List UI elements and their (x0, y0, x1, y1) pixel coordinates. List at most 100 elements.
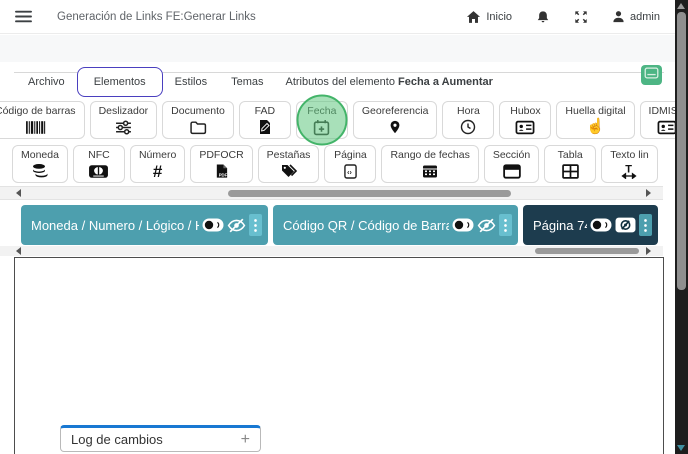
notifications-button[interactable] (536, 10, 550, 24)
green-card-button[interactable] (641, 65, 662, 85)
selected-element-name: Fecha a Aumentar (398, 75, 493, 88)
element-button-label: Número (138, 148, 177, 161)
scroll-left-arrow-icon[interactable] (16, 247, 21, 255)
element-button-hubox[interactable]: Hubox (499, 101, 552, 139)
map-pin-icon (388, 119, 402, 136)
scroll-up-arrow-icon[interactable] (677, 3, 685, 9)
vertical-scrollbar-thumb[interactable] (677, 12, 686, 290)
text-width-icon: T (621, 163, 638, 180)
tab-estilos[interactable]: Estilos (163, 76, 219, 88)
home-label: Inicio (486, 10, 513, 23)
coins-icon (31, 163, 49, 180)
element-button-moneda[interactable]: Moneda (12, 145, 68, 183)
group-tabs-horizontal-scrollbar[interactable] (0, 246, 663, 256)
element-button-label: Sección (492, 148, 531, 161)
element-button-label: Fecha (307, 104, 337, 117)
element-button-label: FAD (254, 104, 276, 117)
log-de-cambios-panel[interactable]: Log de cambios + (60, 425, 261, 452)
fullscreen-button[interactable] (574, 10, 588, 24)
toggle-icon[interactable] (452, 218, 474, 232)
page-code-icon: ‹› (344, 163, 357, 180)
eye-off-icon[interactable] (227, 217, 246, 234)
element-button-georeferencia[interactable]: Georeferencia (352, 101, 438, 139)
eye-off-boxed-icon[interactable] (615, 217, 636, 233)
element-button-tabla[interactable]: Tabla (544, 145, 597, 183)
expand-plus-icon[interactable]: + (241, 431, 250, 449)
element-button-label: Huella digital (565, 104, 626, 117)
toggle-icon[interactable] (590, 218, 612, 232)
element-button-pagina[interactable]: Página ‹› (324, 145, 377, 183)
calendar-plus-icon (313, 119, 330, 136)
toggle-icon[interactable] (202, 218, 224, 232)
element-button-huella-digital[interactable]: Huella digital ☝ (556, 101, 635, 139)
home-button[interactable]: Inicio (466, 10, 512, 24)
design-canvas[interactable]: Log de cambios + (14, 257, 664, 454)
element-button-pdfocr[interactable]: PDFOCR PDF (190, 145, 253, 183)
fullscreen-icon (574, 10, 588, 24)
element-button-label: Documento (171, 104, 225, 117)
section-icon (502, 163, 521, 180)
barcode-icon (25, 119, 46, 136)
element-button-pestanas[interactable]: Pestañas (257, 145, 320, 183)
elements-toolbar: Código de barras Deslizador Documento FAD Fe… (0, 94, 688, 183)
group-tab-codigo-qr-codigo-de-barras[interactable]: Código QR / Código de Barras (273, 205, 518, 245)
scroll-right-arrow-icon[interactable] (646, 247, 651, 255)
tab-bar: Archivo Elementos Estilos Temas Atributos de… (0, 62, 676, 101)
hamburger-menu-icon[interactable] (14, 9, 33, 24)
element-button-fad[interactable]: FAD (238, 101, 291, 139)
kebab-menu-icon[interactable] (249, 214, 262, 236)
element-button-label: Georeferencia (361, 104, 429, 117)
element-button-nfc[interactable]: NFC (72, 145, 125, 183)
element-button-fecha[interactable]: Fecha (295, 94, 348, 146)
signature-icon (257, 119, 273, 136)
element-button-rango-de-fechas[interactable]: Rango de fechas (381, 145, 479, 183)
element-button-seccion[interactable]: Sección (483, 145, 540, 183)
element-button-label: Deslizador (98, 104, 149, 117)
eye-off-icon[interactable] (477, 217, 496, 234)
user-icon (612, 10, 625, 23)
svg-text:‹›: ‹› (347, 169, 352, 176)
header-divider-band (0, 35, 688, 62)
element-button-texto-lin[interactable]: Texto lin T (601, 145, 658, 183)
group-tab-pagina-748[interactable]: Página 748 (523, 205, 658, 245)
pointing-hand-icon: ☝ (586, 118, 605, 135)
page-vertical-scrollbar[interactable] (675, 0, 688, 454)
element-button-label: Texto lin (610, 148, 649, 161)
svg-text:PDF: PDF (219, 172, 228, 177)
kebab-menu-icon[interactable] (639, 214, 652, 236)
element-button-codigo-de-barras[interactable]: Código de barras (0, 101, 85, 139)
group-tabs-scrollbar-thumb[interactable] (535, 248, 639, 254)
element-button-documento[interactable]: Documento (162, 101, 234, 139)
group-tab-moneda-numero-logico-hora[interactable]: Moneda / Numero / Lógico / Hora (21, 205, 268, 245)
element-button-numero[interactable]: Número # (129, 145, 186, 183)
element-button-deslizador[interactable]: Deslizador (89, 101, 158, 139)
element-button-label: PDFOCR (199, 148, 244, 161)
green-card-icon (644, 66, 659, 84)
scroll-right-arrow-icon[interactable] (646, 189, 651, 197)
toolbar-scrollbar-thumb[interactable] (228, 190, 511, 197)
element-button-label: Rango de fechas (390, 148, 470, 161)
element-button-hora[interactable]: Hora (442, 101, 495, 139)
user-label: admin (630, 10, 660, 23)
scroll-down-arrow-icon[interactable] (677, 445, 685, 451)
group-tab-label: Página 748 (533, 217, 587, 233)
kebab-menu-icon[interactable] (499, 214, 512, 236)
element-button-label: Pestañas (266, 148, 311, 161)
user-menu[interactable]: admin (612, 10, 660, 23)
tab-elementos[interactable]: Elementos (76, 66, 163, 97)
element-attributes-label: Atributos del elemento Fecha a Aumentar (285, 75, 493, 88)
hash-icon: # (152, 161, 163, 181)
group-tab-label: Moneda / Numero / Lógico / Hora (31, 217, 199, 233)
page-title: Generación de Links FE:Generar Links (57, 10, 256, 23)
toolbar-horizontal-scrollbar[interactable] (0, 186, 663, 200)
tags-icon (280, 163, 298, 180)
element-group-tabs: Moneda / Numero / Lógico / Hora Código QR… (21, 205, 658, 245)
id-card-icon (657, 119, 677, 136)
scroll-left-arrow-icon[interactable] (16, 189, 21, 197)
tab-temas[interactable]: Temas (219, 76, 275, 88)
element-button-label: Moneda (21, 148, 59, 161)
calendar-range-icon (422, 163, 438, 180)
tab-archivo[interactable]: Archivo (16, 76, 77, 88)
table-icon (561, 163, 579, 180)
id-card-icon (515, 119, 535, 136)
